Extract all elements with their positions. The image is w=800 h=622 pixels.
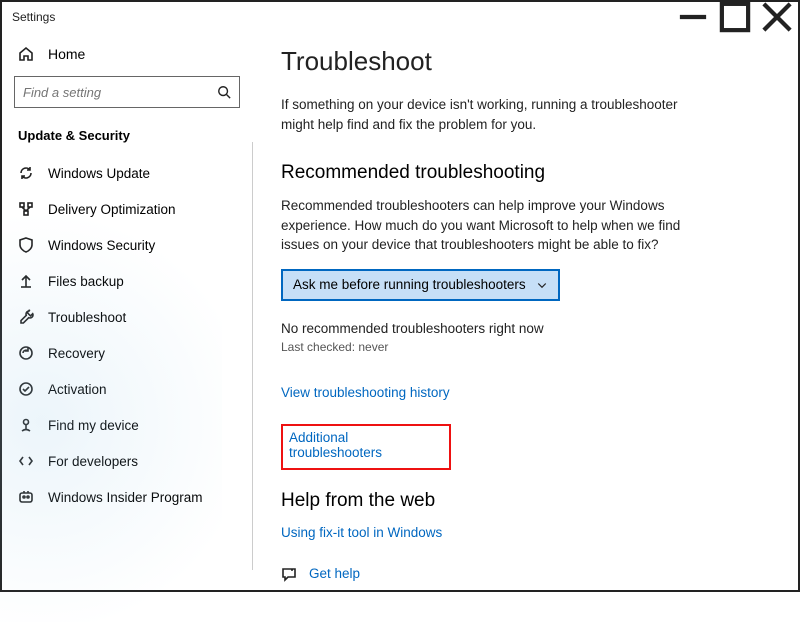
home-nav[interactable]: Home [14,38,240,76]
feedback-row[interactable]: Give feedback [281,588,770,590]
chat-icon [281,566,297,582]
close-button[interactable] [756,2,798,32]
sidebar-item-label: Windows Update [48,166,150,181]
sidebar-item-activation[interactable]: Activation [14,371,240,407]
sidebar-item-label: Find my device [48,418,139,433]
optimization-icon [18,201,34,217]
refresh-icon [18,165,34,181]
chevron-down-icon [536,279,548,291]
wrench-icon [18,309,34,325]
search-input[interactable] [14,76,240,108]
intro-text: If something on your device isn't workin… [281,95,681,134]
sidebar: Home Update & Security Windows Update De… [2,32,252,590]
minimize-button[interactable] [672,2,714,32]
last-checked-text: Last checked: never [281,340,770,354]
code-icon [18,453,34,469]
home-icon [18,46,34,62]
sidebar-item-for-developers[interactable]: For developers [14,443,240,479]
sidebar-item-label: Files backup [48,274,124,289]
page-title: Troubleshoot [281,46,770,77]
sidebar-item-label: Activation [48,382,107,397]
sidebar-item-delivery-optimization[interactable]: Delivery Optimization [14,191,240,227]
insider-icon [18,489,34,505]
sidebar-item-windows-update[interactable]: Windows Update [14,155,240,191]
troubleshoot-preference-dropdown[interactable]: Ask me before running troubleshooters [281,269,560,301]
fixit-link[interactable]: Using fix-it tool in Windows [281,525,442,540]
sidebar-item-label: Windows Security [48,238,155,253]
sidebar-item-find-my-device[interactable]: Find my device [14,407,240,443]
titlebar: Settings [2,2,798,32]
shield-icon [18,237,34,253]
sidebar-item-label: Delivery Optimization [48,202,176,217]
location-icon [18,417,34,433]
search-field[interactable] [23,85,217,100]
sidebar-item-troubleshoot[interactable]: Troubleshoot [14,299,240,335]
no-recommended-text: No recommended troubleshooters right now [281,321,770,336]
sidebar-item-recovery[interactable]: Recovery [14,335,240,371]
sidebar-item-windows-security[interactable]: Windows Security [14,227,240,263]
get-help-link[interactable]: Get help [309,566,360,581]
recommended-heading: Recommended troubleshooting [281,162,770,184]
dropdown-value: Ask me before running troubleshooters [293,277,526,292]
window-title: Settings [12,10,55,24]
section-title: Update & Security [14,122,240,155]
sidebar-item-windows-insider[interactable]: Windows Insider Program [14,479,240,515]
recommended-body: Recommended troubleshooters can help imp… [281,196,681,255]
home-label: Home [48,46,85,62]
search-icon [217,85,231,99]
backup-icon [18,273,34,289]
maximize-button[interactable] [714,2,756,32]
sidebar-item-label: Windows Insider Program [48,490,203,505]
recovery-icon [18,345,34,361]
get-help-row[interactable]: Get help [281,560,770,588]
help-heading: Help from the web [281,490,770,512]
sidebar-item-label: Troubleshoot [48,310,126,325]
sidebar-item-label: For developers [48,454,138,469]
main-content: Troubleshoot If something on your device… [253,32,798,590]
additional-troubleshooters-link[interactable]: Additional troubleshooters [289,430,443,460]
view-history-link[interactable]: View troubleshooting history [281,385,450,400]
sidebar-item-files-backup[interactable]: Files backup [14,263,240,299]
check-circle-icon [18,381,34,397]
sidebar-item-label: Recovery [48,346,105,361]
additional-troubleshooters-highlight: Additional troubleshooters [281,424,451,470]
